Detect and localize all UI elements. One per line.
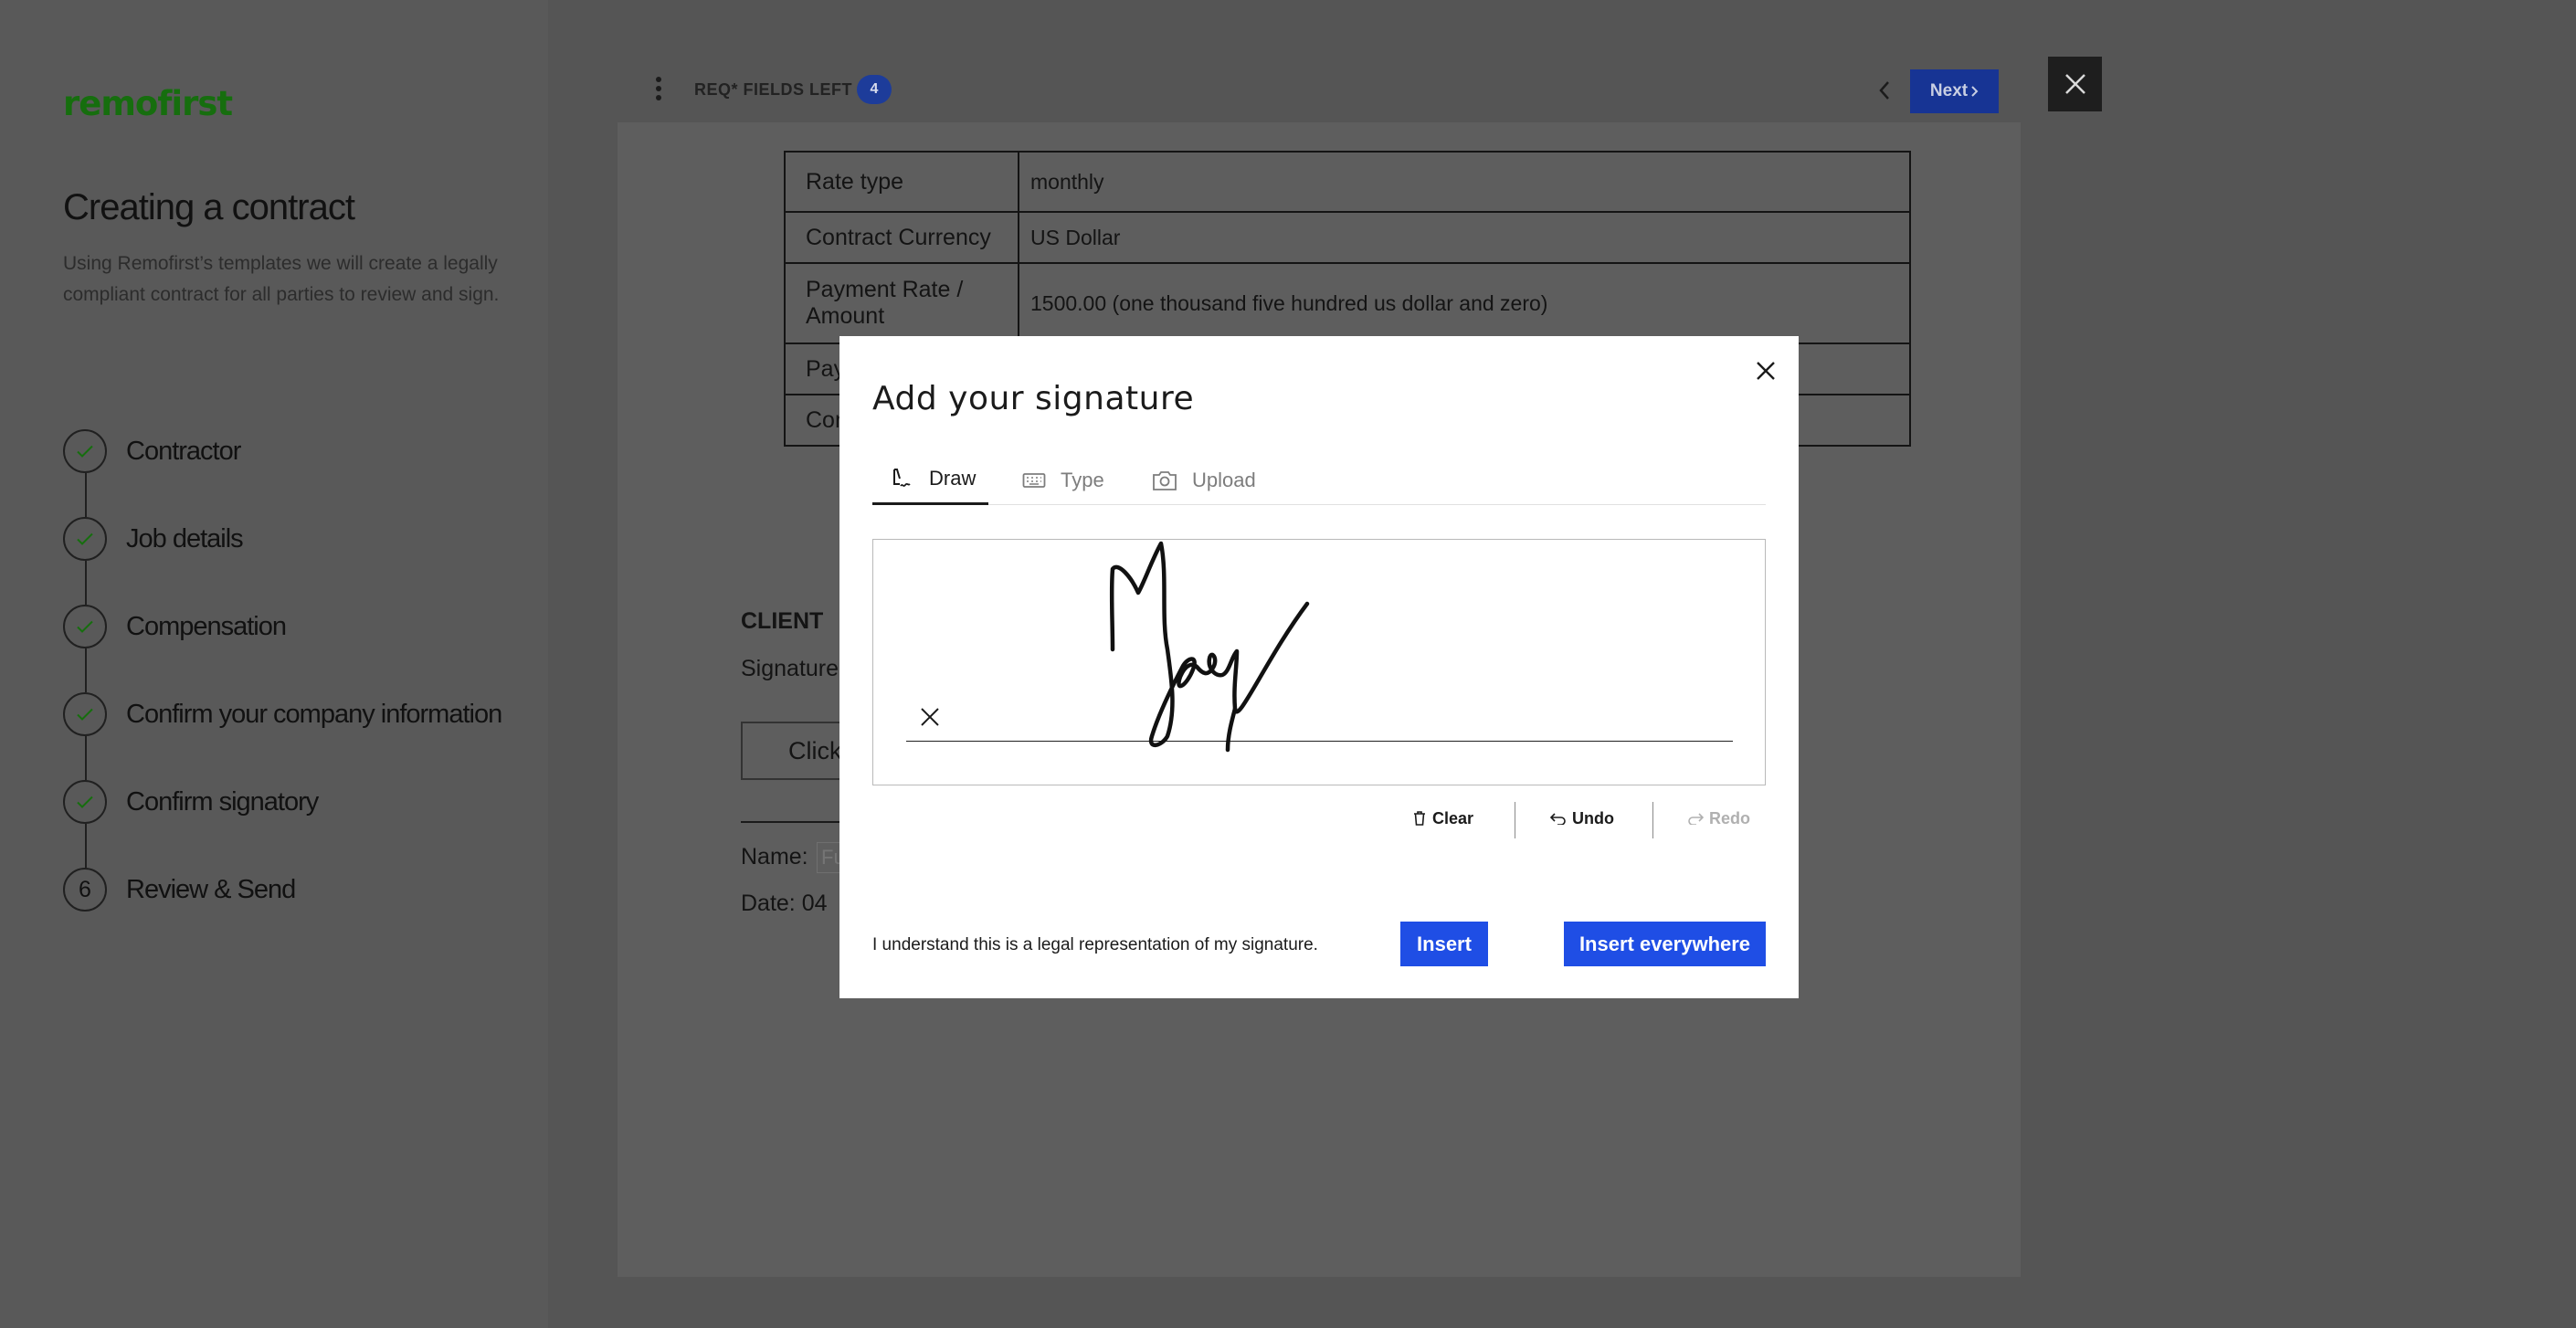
draw-icon <box>893 469 911 487</box>
viewer-toolbar: REQ* FIELDS LEFT 4 Next <box>618 57 2021 122</box>
table-row: Rate type monthly <box>784 151 1911 213</box>
table-cell-value: 1500.00 (one thousand five hundred us do… <box>1018 262 1911 344</box>
clear-button[interactable]: Clear <box>1412 798 1473 838</box>
action-divider <box>1652 802 1653 838</box>
step-label: Job details <box>126 523 244 553</box>
step-confirm-signatory[interactable]: Confirm signatory <box>63 780 319 824</box>
signature-tabs: Draw Type Upload <box>872 455 1766 505</box>
tab-type[interactable]: Type <box>1022 455 1104 505</box>
step-connector <box>85 561 87 605</box>
page-description: Using Remofirst’s templates we will crea… <box>63 253 500 305</box>
required-fields-count-badge: 4 <box>857 75 892 104</box>
step-connector <box>85 736 87 780</box>
camera-icon <box>1153 470 1177 490</box>
step-connector <box>85 648 87 692</box>
required-fields-label: REQ* FIELDS LEFT <box>694 80 853 99</box>
step-compensation[interactable]: Compensation <box>63 605 287 648</box>
table-row: Contract Currency US Dollar <box>784 211 1911 264</box>
step-label: Confirm your company information <box>126 699 502 729</box>
step-label: Review & Send <box>126 874 296 904</box>
redo-icon <box>1688 813 1704 825</box>
signature-canvas[interactable] <box>872 539 1766 785</box>
step-connector <box>85 473 87 517</box>
chevron-left-icon[interactable] <box>1871 77 1898 104</box>
sidebar: remofirst Creating a contract Using Remo… <box>0 0 548 1328</box>
check-icon <box>63 429 107 473</box>
legal-notice: I understand this is a legal representat… <box>872 935 1318 954</box>
close-dialog-button[interactable] <box>1751 356 1780 385</box>
tab-label: Draw <box>929 467 977 490</box>
next-button[interactable]: Next <box>1910 69 1999 113</box>
next-button-label: Next <box>1929 81 1969 100</box>
client-section-title: CLIENT <box>741 608 824 634</box>
clear-label: Clear <box>1432 808 1474 827</box>
step-connector <box>85 824 87 868</box>
name-label: Name: <box>741 844 808 870</box>
page-title: Creating a contract <box>63 187 355 227</box>
table-cell-key: Payment Rate / Amount <box>784 262 1019 344</box>
more-options-icon[interactable] <box>654 77 663 104</box>
table-cell-value: monthly <box>1018 151 1911 213</box>
table-cell-value: US Dollar <box>1018 211 1911 264</box>
undo-button[interactable]: Undo <box>1550 798 1614 838</box>
step-contractor[interactable]: Contractor <box>63 429 241 473</box>
tab-label: Upload <box>1192 468 1256 491</box>
undo-icon <box>1550 813 1566 825</box>
check-icon <box>63 517 107 561</box>
date-label: Date: 04 <box>741 891 828 916</box>
keyboard-icon <box>1022 472 1046 488</box>
dialog-title: Add your signature <box>872 380 1195 417</box>
table-row: Payment Rate / Amount 1500.00 (one thous… <box>784 262 1911 344</box>
chevron-right-icon <box>1971 86 1979 97</box>
step-confirm-company[interactable]: Confirm your company information <box>63 692 502 736</box>
tab-label: Type <box>1061 468 1104 491</box>
table-cell-key: Rate type <box>784 151 1019 213</box>
undo-label: Undo <box>1572 808 1614 827</box>
close-icon <box>2064 74 2085 94</box>
step-label: Confirm signatory <box>126 786 319 817</box>
step-number: 6 <box>63 868 107 912</box>
trash-icon <box>1414 811 1425 826</box>
drawn-signature-stroke <box>1109 541 1310 753</box>
redo-button[interactable]: Redo <box>1687 798 1750 838</box>
insert-button[interactable]: Insert <box>1400 922 1488 966</box>
check-icon <box>63 780 107 824</box>
step-label: Contractor <box>126 436 241 466</box>
signature-label: Signature <box>741 656 839 681</box>
step-label: Compensation <box>126 611 287 641</box>
close-viewer-button[interactable] <box>2048 57 2102 111</box>
check-icon <box>63 605 107 648</box>
remofirst-logo: remofirst <box>63 84 233 123</box>
step-job-details[interactable]: Job details <box>63 517 244 561</box>
signature-dialog: Add your signature Draw Type Upload Clea… <box>839 336 1799 998</box>
tab-draw[interactable]: Draw <box>872 455 988 505</box>
insert-everywhere-button[interactable]: Insert everywhere <box>1564 922 1766 966</box>
step-review-send[interactable]: 6 Review & Send <box>63 868 296 912</box>
check-icon <box>63 692 107 736</box>
redo-label: Redo <box>1709 808 1750 827</box>
table-cell-key: Contract Currency <box>784 211 1019 264</box>
close-icon <box>1757 362 1775 380</box>
tab-upload[interactable]: Upload <box>1152 455 1256 505</box>
